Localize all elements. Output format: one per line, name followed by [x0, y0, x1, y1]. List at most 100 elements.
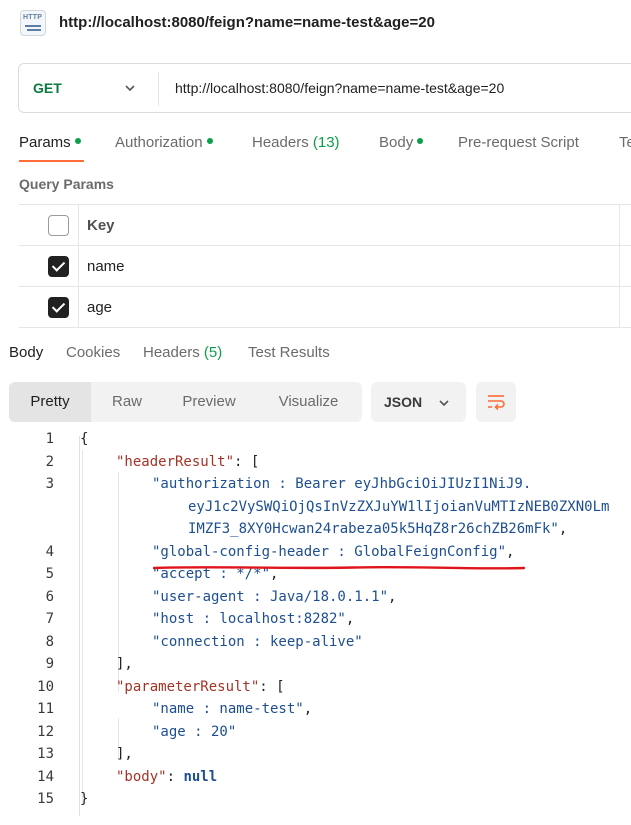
- tab-response-body[interactable]: Body: [9, 344, 43, 361]
- tab-label: Headers: [252, 134, 309, 151]
- indent-guide: [82, 450, 83, 804]
- tab-label: Params: [19, 134, 71, 151]
- code-line: "name : name-test",: [152, 701, 312, 717]
- gutter-divider: [79, 436, 80, 816]
- line-number: 13: [37, 746, 54, 762]
- json-string: IMZF3_8XY0Hcwan24rabeza05k5HqZ8r26chZB26…: [188, 521, 559, 537]
- request-title-bar: HTTP http://localhost:8080/feign?name=na…: [0, 0, 631, 48]
- json-string: "host : localhost:8282": [152, 611, 346, 627]
- select-all-checkbox[interactable]: [48, 215, 69, 236]
- code-line: "body": null: [116, 769, 217, 785]
- code-line: IMZF3_8XY0Hcwan24rabeza05k5HqZ8r26chZB26…: [188, 521, 567, 537]
- json-punct: : [: [234, 454, 260, 470]
- code-line: "age : 20": [152, 724, 237, 740]
- json-punct: ,: [506, 544, 515, 560]
- url-divider: [158, 72, 159, 106]
- tab-label: Body: [379, 134, 414, 151]
- wrap-lines-icon: [488, 395, 505, 411]
- line-number: 6: [45, 589, 54, 605]
- code-line: }: [80, 791, 89, 807]
- param-checkbox[interactable]: [48, 256, 69, 277]
- line-number: 2: [45, 454, 54, 470]
- tab-label: Pre-request Script: [458, 134, 579, 151]
- line-number: 7: [45, 611, 54, 627]
- response-body-viewer[interactable]: 1 2 3 4 5 6 7 8 9 10 11 12 13 14 15 { "h…: [0, 428, 631, 825]
- json-string: "global-config-header : GlobalFeignConfi…: [152, 544, 507, 560]
- url-input[interactable]: http://localhost:8080/feign?name=name-te…: [175, 80, 504, 96]
- request-title[interactable]: http://localhost:8080/feign?name=name-te…: [59, 14, 435, 31]
- tab-params[interactable]: Params: [19, 134, 81, 151]
- view-preview-button[interactable]: Preview: [163, 382, 255, 422]
- wrap-lines-button[interactable]: [476, 382, 516, 422]
- chevron-down-icon: [439, 400, 449, 407]
- response-tabs: Body Cookies Headers (5) Test Results: [0, 344, 631, 372]
- view-visualize-button[interactable]: Visualize: [255, 382, 362, 422]
- json-punct: : [: [259, 679, 285, 695]
- column-divider: [619, 287, 620, 328]
- table-row: age: [19, 287, 631, 328]
- chevron-down-icon[interactable]: [123, 81, 137, 95]
- line-number: 12: [37, 724, 54, 740]
- code-line-highlighted: "global-config-header : GlobalFeignConfi…: [152, 544, 514, 560]
- query-params-title: Query Params: [19, 176, 114, 192]
- query-params-table: Key name age: [19, 204, 631, 328]
- tab-label: Headers: [143, 344, 200, 361]
- active-tab-indicator: [19, 160, 84, 162]
- view-pretty-button[interactable]: Pretty: [9, 382, 91, 422]
- tab-authorization[interactable]: Authorization: [115, 134, 213, 151]
- json-null: null: [183, 769, 218, 785]
- code-line: ],: [116, 746, 133, 762]
- json-punct: ,: [345, 611, 355, 627]
- json-punct: ,: [388, 589, 397, 605]
- column-divider: [619, 205, 620, 246]
- line-number: 8: [45, 634, 54, 650]
- status-dot: [206, 138, 213, 145]
- line-number: 1: [45, 431, 54, 447]
- code-line: eyJ1c2VySWQiOjQsInVzZXJuYW1lIjoianVuMTIz…: [188, 499, 610, 515]
- line-number: 10: [37, 679, 54, 695]
- code-line: "connection : keep-alive": [152, 634, 363, 650]
- tab-tests[interactable]: Te: [619, 134, 631, 151]
- line-number: 14: [37, 769, 54, 785]
- json-punct: ,: [558, 521, 568, 537]
- column-header-key: Key: [87, 217, 115, 234]
- method-select[interactable]: GET: [33, 80, 62, 96]
- line-number: 9: [45, 656, 54, 672]
- table-row: name: [19, 246, 631, 287]
- tab-response-headers[interactable]: Headers (5): [143, 344, 222, 361]
- http-icon-text: HTTP: [23, 14, 43, 21]
- line-number: 5: [45, 566, 54, 582]
- json-key: "body": [116, 769, 167, 785]
- view-mode-group: Pretty Raw Preview Visualize: [9, 382, 362, 422]
- status-dot: [417, 138, 424, 145]
- format-select[interactable]: JSON: [371, 382, 466, 422]
- tab-pre-request-script[interactable]: Pre-request Script: [458, 134, 579, 151]
- format-label: JSON: [384, 394, 423, 410]
- view-raw-button[interactable]: Raw: [91, 382, 163, 422]
- json-key: "headerResult": [116, 454, 235, 470]
- json-key: "parameterResult": [116, 679, 260, 695]
- column-divider: [619, 246, 620, 287]
- code-line: "user-agent : Java/18.0.1.1",: [152, 589, 396, 605]
- code-line: {: [80, 431, 89, 447]
- code-line: "headerResult": [: [116, 454, 259, 470]
- request-tabs: Params Authorization Headers (13) Body P…: [0, 128, 631, 162]
- red-annotation-underline: [153, 565, 525, 570]
- http-request-icon: HTTP: [20, 10, 46, 36]
- tab-label: Te: [619, 134, 631, 151]
- json-punct: ,: [303, 701, 313, 717]
- tab-body[interactable]: Body: [379, 134, 424, 151]
- tab-cookies[interactable]: Cookies: [66, 344, 120, 361]
- line-number: 3: [45, 476, 54, 492]
- code-line: "parameterResult": [: [116, 679, 285, 695]
- param-key[interactable]: age: [87, 299, 112, 316]
- tab-label: Authorization: [115, 134, 203, 151]
- param-checkbox[interactable]: [48, 297, 69, 318]
- check-cell: [19, 246, 79, 287]
- tab-test-results[interactable]: Test Results: [248, 344, 330, 361]
- param-key[interactable]: name: [87, 258, 125, 275]
- json-string: "user-agent : Java/18.0.1.1": [152, 589, 389, 605]
- table-header-row: Key: [19, 205, 631, 246]
- tab-headers[interactable]: Headers (13): [252, 134, 340, 151]
- code-line: "authorization : Bearer eyJhbGciOiJIUzI1…: [152, 476, 532, 492]
